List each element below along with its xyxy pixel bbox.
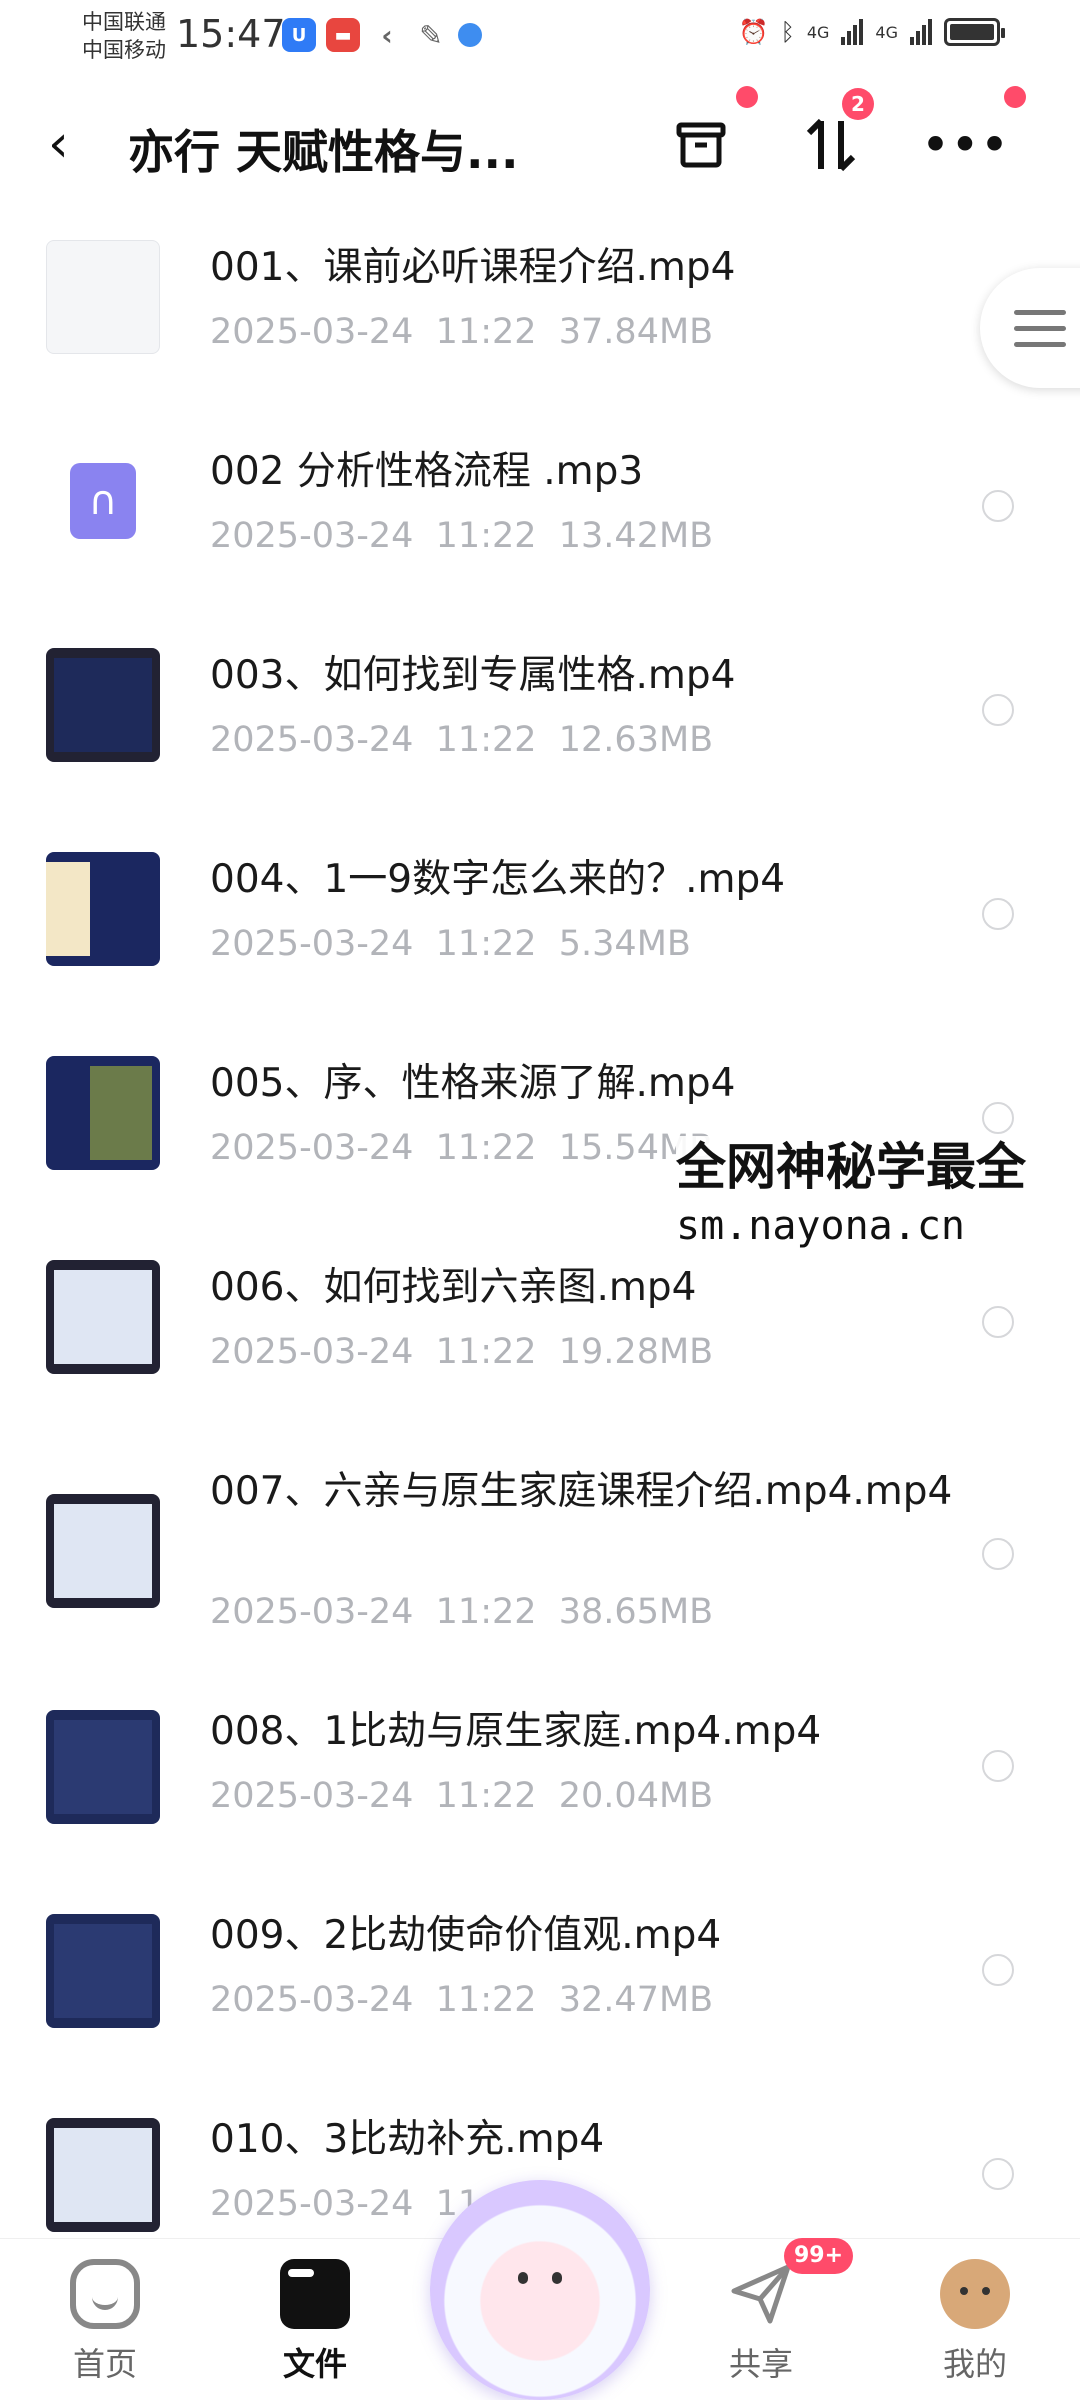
nav-mine[interactable]: 我的 [900,2259,1050,2385]
file-name: 009、2比劫使命价值观.mp4 [210,1913,722,1958]
notification-dot [736,86,758,108]
carrier-2: 中国移动 [82,38,166,62]
send-icon [726,2259,796,2329]
nav-files-label: 文件 [282,2345,347,2383]
video-thumbnail [46,1914,160,2028]
app-notification-icon: U [282,18,316,52]
video-thumbnail [46,1710,160,1824]
file-meta: 2025-03-24 11:22 32.47MB [210,1980,714,2020]
select-checkbox[interactable] [982,694,1014,726]
file-name: 010、3比劫补充.mp4 [210,2117,605,2162]
archive-icon [676,122,726,168]
file-name: 002 分析性格流程 .mp3 [210,449,644,494]
more-icon: ••• [920,116,1010,174]
carrier-info: 中国联通 中国移动 [82,8,166,64]
file-name: 007、六亲与原生家庭课程介绍.mp4.mp4 [210,1469,953,1514]
video-thumbnail [46,1494,160,1608]
audio-thumbnail: ∩ [46,444,160,558]
file-name: 006、如何找到六亲图.mp4 [210,1265,697,1310]
watermark: 全网神秘学最全 sm.nayona.cn [676,1136,1026,1254]
file-meta: 2025-03-24 11:22 15.54MB [210,1128,714,1168]
nav-home[interactable]: 首页 [30,2259,180,2385]
nav-share[interactable]: 共享 [686,2259,836,2385]
signal-icon [910,19,932,45]
more-button[interactable]: ••• [921,110,1009,180]
page-title: 亦行 天赋性格与... [128,125,519,179]
select-checkbox[interactable] [982,2158,1014,2190]
app-notification-icon: ▬ [326,18,360,52]
nav-files[interactable]: 文件 [240,2259,390,2385]
back-button[interactable]: ‹ [48,114,108,174]
folder-icon [280,2259,350,2329]
floating-menu-button[interactable] [980,268,1080,388]
notification-icons: U ▬ ‹ ✎ [282,18,482,52]
file-meta: 2025-03-24 11:22 19.28MB [210,1332,714,1372]
bluetooth-icon: ᛒ [780,18,795,46]
status-time: 15:47 [176,12,286,56]
document-thumbnail [46,240,160,354]
select-checkbox[interactable] [982,898,1014,930]
file-meta: 2025-03-24 11:22 38.65MB [210,1592,714,1632]
video-thumbnail [46,1056,160,1170]
select-checkbox[interactable] [982,1954,1014,1986]
avatar-icon [940,2259,1010,2329]
system-icons: ⏰ ᛒ 4G 4G [738,18,1005,46]
nav-share-label: 共享 [728,2345,793,2383]
archive-button[interactable] [666,110,736,180]
network-type-2: 4G [875,22,898,42]
app-notification-icon: ✎ [419,18,443,52]
watermark-line-2: sm.nayona.cn [676,1203,965,1249]
notification-dot [1004,86,1026,108]
file-name: 005、序、性格来源了解.mp4 [210,1061,736,1106]
file-meta: 2025-03-24 11:22 5.34MB [210,924,691,964]
file-meta: 2025-03-24 11:22 12.63MB [210,720,714,760]
file-name: 004、1一9数字怎么来的？.mp4 [210,857,786,902]
file-name: 003、如何找到专属性格.mp4 [210,653,736,698]
status-bar: 中国联通 中国移动 15:47 U ▬ ‹ ✎ ⏰ ᛒ 4G 4G [0,0,1080,72]
home-icon [70,2259,140,2329]
file-meta: 2025-03-24 11:22 20.04MB [210,1776,714,1816]
video-thumbnail [46,1260,160,1374]
sort-badge: 2 [842,88,874,120]
file-name: 001、课前必听课程介绍.mp4 [210,245,736,290]
video-thumbnail [46,648,160,762]
header: ‹ 亦行 天赋性格与... 2 ••• [0,86,1080,206]
video-thumbnail [46,2118,160,2232]
select-checkbox[interactable] [982,1306,1014,1338]
signal-icon [841,19,864,45]
select-checkbox[interactable] [982,1102,1014,1134]
sort-icon [806,118,856,172]
video-thumbnail [46,852,160,966]
select-checkbox[interactable] [982,490,1014,522]
headphones-icon: ∩ [70,463,136,539]
chevron-left-icon: ‹ [381,18,393,52]
network-type-1: 4G [806,22,830,42]
globe-icon [458,23,482,47]
watermark-line-1: 全网神秘学最全 [676,1138,1026,1196]
assistant-mascot-button[interactable] [430,2180,650,2400]
share-badge: 99+ [784,2238,854,2274]
nav-home-label: 首页 [72,2345,137,2383]
select-checkbox[interactable] [982,1750,1014,1782]
file-meta: 2025-03-24 11:22 37.84MB [210,312,714,352]
file-meta: 2025-03-24 11:22 13.42MB [210,516,714,556]
battery-icon [944,18,1005,46]
sort-button[interactable] [796,110,866,180]
carrier-1: 中国联通 [82,10,166,34]
alarm-icon: ⏰ [738,18,769,46]
nav-mine-label: 我的 [942,2345,1007,2383]
file-meta: 2025-03-24 11: [210,2184,492,2224]
select-checkbox[interactable] [982,1538,1014,1570]
file-name: 008、1比劫与原生家庭.mp4.mp4 [210,1709,822,1754]
